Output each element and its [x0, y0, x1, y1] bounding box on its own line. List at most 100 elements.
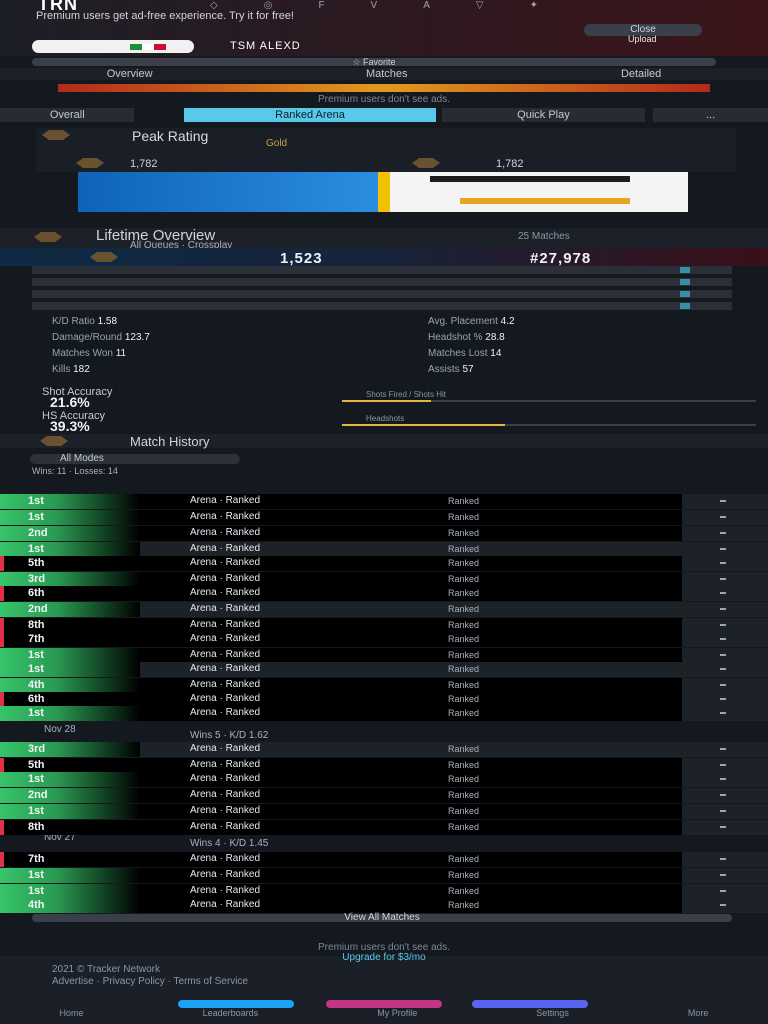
- tab-matches[interactable]: Matches: [366, 68, 408, 80]
- placement: 1st: [28, 495, 44, 507]
- expand-icon: [720, 748, 726, 750]
- favorite-button[interactable]: ☆ Favorite: [32, 58, 716, 67]
- country-flag-icon: [130, 44, 166, 50]
- top-nav-icon[interactable]: V: [371, 0, 378, 11]
- twitter-button[interactable]: [178, 1000, 294, 1008]
- advertisement[interactable]: [78, 172, 688, 212]
- tab-overview[interactable]: Overview: [107, 68, 153, 80]
- expand-button[interactable]: [682, 632, 768, 647]
- match-row[interactable]: 7th Arena · Ranked Ranked: [0, 632, 768, 647]
- match-row[interactable]: 1st Arena · Ranked Ranked: [0, 868, 768, 883]
- expand-button[interactable]: [682, 556, 768, 571]
- username: TSM ALEXD: [230, 40, 301, 52]
- stat-row[interactable]: [32, 278, 732, 286]
- placement: 2nd: [28, 789, 48, 801]
- tab-quick-play[interactable]: Quick Play: [441, 108, 646, 122]
- match-row[interactable]: 1st Arena · Ranked Ranked: [0, 510, 768, 525]
- stat-label: Assists: [428, 364, 463, 375]
- stat-row[interactable]: [32, 290, 732, 298]
- expand-button[interactable]: [682, 706, 768, 721]
- expand-button[interactable]: [682, 510, 768, 525]
- match-row[interactable]: 1st Arena · Ranked Ranked: [0, 494, 768, 509]
- expand-button[interactable]: [682, 742, 768, 757]
- nav-home[interactable]: Home: [60, 1008, 84, 1024]
- tab-overall[interactable]: Overall: [0, 108, 135, 122]
- expand-button[interactable]: [682, 494, 768, 509]
- match-row[interactable]: 6th Arena · Ranked Ranked: [0, 586, 768, 601]
- nav-my-profile[interactable]: My Profile: [377, 1008, 417, 1024]
- top-nav-icon[interactable]: F: [318, 0, 324, 11]
- match-row[interactable]: 1st Arena · Ranked Ranked: [0, 772, 768, 787]
- match-row[interactable]: 7th Arena · Ranked Ranked: [0, 852, 768, 867]
- top-nav-icon[interactable]: ▽: [476, 0, 484, 11]
- match-row[interactable]: 2nd Arena · Ranked Ranked: [0, 788, 768, 803]
- stat-value: 1.58: [97, 316, 118, 327]
- nav-more[interactable]: More: [688, 1008, 709, 1024]
- ad-banner[interactable]: [58, 84, 710, 92]
- expand-button[interactable]: [682, 804, 768, 819]
- match-row[interactable]: 6th Arena · Ranked Ranked: [0, 692, 768, 707]
- match-row[interactable]: 1st Arena · Ranked Ranked: [0, 804, 768, 819]
- match-row[interactable]: 1st Arena · Ranked Ranked: [0, 706, 768, 721]
- expand-button[interactable]: [682, 602, 768, 617]
- expand-button[interactable]: [682, 758, 768, 773]
- match-row[interactable]: 1st Arena · Ranked Ranked: [0, 662, 768, 677]
- top-nav-icon[interactable]: ✦: [530, 0, 538, 11]
- tab-more[interactable]: ...: [653, 108, 768, 122]
- placement: 7th: [28, 633, 45, 645]
- match-row[interactable]: 5th Arena · Ranked Ranked: [0, 758, 768, 773]
- tab-detailed[interactable]: Detailed: [621, 68, 661, 80]
- expand-button[interactable]: [682, 572, 768, 587]
- match-row[interactable]: 8th Arena · Ranked Ranked: [0, 618, 768, 633]
- match-row[interactable]: 3rd Arena · Ranked Ranked: [0, 742, 768, 757]
- placement: 2nd: [28, 527, 48, 539]
- expand-button[interactable]: [682, 852, 768, 867]
- expand-button[interactable]: [682, 898, 768, 913]
- expand-button[interactable]: [682, 884, 768, 899]
- mode-filter-select[interactable]: All Modes: [30, 454, 240, 464]
- expand-button[interactable]: [682, 618, 768, 633]
- match-row[interactable]: 8th Arena · Ranked Ranked: [0, 820, 768, 835]
- upload-button[interactable]: Upload: [628, 34, 657, 44]
- match-row[interactable]: 5th Arena · Ranked Ranked: [0, 556, 768, 571]
- nav-leaderboards[interactable]: Leaderboards: [203, 1008, 259, 1024]
- expand-icon: [720, 668, 726, 670]
- match-row[interactable]: 3rd Arena · Ranked Ranked: [0, 572, 768, 587]
- profile-search-input[interactable]: [32, 40, 194, 53]
- match-row[interactable]: 4th Arena · Ranked Ranked: [0, 678, 768, 693]
- match-row[interactable]: 4th Arena · Ranked Ranked: [0, 898, 768, 913]
- nav-settings[interactable]: Settings: [536, 1008, 569, 1024]
- expand-icon: [720, 654, 726, 656]
- stat-item: K/D Ratio 1.58: [52, 316, 352, 327]
- expand-icon: [720, 858, 726, 860]
- instagram-button[interactable]: [326, 1000, 442, 1008]
- top-nav-icon[interactable]: A: [423, 0, 430, 11]
- view-all-matches-button[interactable]: View All Matches: [32, 913, 732, 923]
- stat-row[interactable]: [32, 266, 732, 274]
- peak-left-value: 1,782: [130, 158, 158, 170]
- expand-button[interactable]: [682, 820, 768, 835]
- match-row[interactable]: 1st Arena · Ranked Ranked: [0, 884, 768, 899]
- expand-button[interactable]: [682, 648, 768, 663]
- upgrade-link[interactable]: Upgrade for $3/mo: [0, 952, 768, 963]
- match-row[interactable]: 1st Arena · Ranked Ranked: [0, 648, 768, 663]
- stat-row[interactable]: [32, 302, 732, 310]
- footer-links[interactable]: Advertise · Privacy Policy · Terms of Se…: [52, 976, 248, 987]
- expand-button[interactable]: [682, 586, 768, 601]
- match-row[interactable]: 2nd Arena · Ranked Ranked: [0, 602, 768, 617]
- expand-button[interactable]: [682, 526, 768, 541]
- expand-icon: [720, 890, 726, 892]
- match-title: Arena · Ranked: [190, 543, 261, 554]
- discord-button[interactable]: [472, 1000, 588, 1008]
- expand-button[interactable]: [682, 692, 768, 707]
- expand-button[interactable]: [682, 678, 768, 693]
- expand-button[interactable]: [682, 788, 768, 803]
- expand-button[interactable]: [682, 868, 768, 883]
- expand-button[interactable]: [682, 662, 768, 677]
- expand-button[interactable]: [682, 772, 768, 787]
- expand-button[interactable]: [682, 542, 768, 557]
- tab-ranked-arena[interactable]: Ranked Arena: [184, 108, 436, 122]
- expand-icon: [720, 548, 726, 550]
- match-row[interactable]: 2nd Arena · Ranked Ranked: [0, 526, 768, 541]
- match-row[interactable]: 1st Arena · Ranked Ranked: [0, 542, 768, 557]
